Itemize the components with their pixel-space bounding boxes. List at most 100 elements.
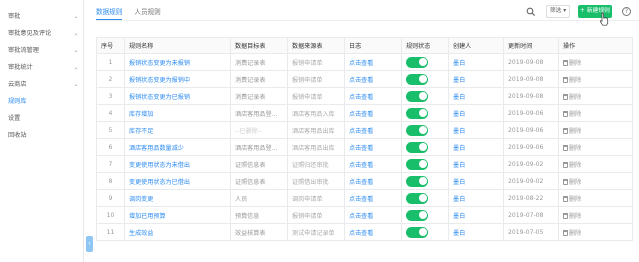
sidebar-item-workflow-management[interactable]: 审批流管理 ⌄ <box>8 45 80 57</box>
trash-icon <box>563 110 568 117</box>
view-log-link[interactable]: 点击查看 <box>344 104 402 122</box>
rule-name-link[interactable]: 增加已用预算 <box>124 206 231 224</box>
rule-name-link[interactable]: 变更使用状态为已借出 <box>124 172 231 190</box>
delete-button[interactable]: 删除 <box>569 179 581 186</box>
search-icon[interactable] <box>526 7 536 17</box>
creator-link[interactable]: 墨白 <box>448 155 504 173</box>
update-time: 2019-09-06 <box>503 121 559 139</box>
status-toggle[interactable] <box>406 158 428 170</box>
column-header: 序号 <box>96 37 125 54</box>
rule-name-link[interactable]: 调岗变更 <box>124 189 231 207</box>
sidebar-collapse-handle[interactable]: ‹ <box>86 236 93 252</box>
view-log-link[interactable]: 点击查看 <box>344 138 402 156</box>
rule-status-cell <box>401 155 449 173</box>
trash-icon <box>563 212 568 219</box>
view-log-link[interactable]: 点击查看 <box>344 70 402 88</box>
operation-cell: 删除 <box>558 223 633 241</box>
update-time: 2019-08-22 <box>503 189 559 207</box>
status-toggle[interactable] <box>406 56 428 68</box>
filter-button[interactable]: 筛选 ▾ <box>546 5 570 18</box>
rule-name-link[interactable]: 生成效益 <box>124 223 231 241</box>
source-table: 报销申请单 <box>287 206 345 224</box>
creator-link[interactable]: 墨白 <box>448 53 504 71</box>
status-toggle[interactable] <box>406 107 428 119</box>
delete-button[interactable]: 删除 <box>569 128 581 135</box>
sidebar-item-cloud-store[interactable]: 云商店 ⌄ <box>8 79 80 91</box>
creator-link[interactable]: 墨白 <box>448 223 504 241</box>
creator-link[interactable]: 墨白 <box>448 121 504 139</box>
update-time: 2019-09-08 <box>503 87 559 105</box>
creator-link[interactable]: 墨白 <box>448 104 504 122</box>
hand-cursor-icon <box>600 12 609 26</box>
delete-button[interactable]: 删除 <box>569 94 581 101</box>
help-icon[interactable]: ? <box>622 7 631 16</box>
status-toggle[interactable] <box>406 124 428 136</box>
creator-link[interactable]: 墨白 <box>448 87 504 105</box>
tab-data-rules[interactable]: 数据规则 <box>96 6 123 20</box>
status-toggle[interactable] <box>406 73 428 85</box>
delete-button[interactable]: 删除 <box>569 60 581 67</box>
table-row: 4 库存增加 酒店客用品登... 酒店客用品入库 点击查看 墨白 2019-09-06 删除 <box>96 104 633 122</box>
status-toggle[interactable] <box>406 175 428 187</box>
sidebar-item-rule-library[interactable]: 规则库 <box>8 96 80 108</box>
creator-link[interactable]: 墨白 <box>448 206 504 224</box>
rule-name-link[interactable]: 酒店客用品数量减少 <box>124 138 231 156</box>
sidebar-item-approval-stats[interactable]: 审批统计 ⌄ <box>8 62 80 74</box>
rule-name-link[interactable]: 报销状态变更为已报销 <box>124 87 231 105</box>
view-log-link[interactable]: 点击查看 <box>344 87 402 105</box>
status-toggle[interactable] <box>406 226 428 238</box>
operation-cell: 删除 <box>558 172 633 190</box>
table-row: 5 库存不足 --已删除-- 酒店客用品出库 点击查看 墨白 2019-09-06 删除 <box>96 121 633 139</box>
status-toggle[interactable] <box>406 90 428 102</box>
rule-status-cell <box>401 223 449 241</box>
rule-name-link[interactable]: 报销状态变更为报销中 <box>124 70 231 88</box>
creator-link[interactable]: 墨白 <box>448 172 504 190</box>
status-toggle[interactable] <box>406 141 428 153</box>
rule-name-link[interactable]: 变更使用状态为未借出 <box>124 155 231 173</box>
target-table: 酒店客用品登... <box>230 138 288 156</box>
delete-button[interactable]: 删除 <box>569 77 581 84</box>
view-log-link[interactable]: 点击查看 <box>344 121 402 139</box>
trash-icon <box>563 59 568 66</box>
creator-link[interactable]: 墨白 <box>448 189 504 207</box>
creator-link[interactable]: 墨白 <box>448 70 504 88</box>
status-toggle[interactable] <box>406 192 428 204</box>
rule-name-link[interactable]: 报销状态变更为未报销 <box>124 53 231 71</box>
delete-button[interactable]: 删除 <box>569 213 581 220</box>
view-log-link[interactable]: 点击查看 <box>344 206 402 224</box>
status-toggle[interactable] <box>406 209 428 221</box>
delete-button[interactable]: 删除 <box>569 230 581 237</box>
sidebar-item-approval-comments[interactable]: 审批意见及评论 ⌄ <box>8 28 80 40</box>
row-index: 5 <box>96 121 125 139</box>
view-log-link[interactable]: 点击查看 <box>344 189 402 207</box>
delete-button[interactable]: 删除 <box>569 196 581 203</box>
delete-button[interactable]: 删除 <box>569 111 581 118</box>
creator-link[interactable]: 墨白 <box>448 138 504 156</box>
view-log-link[interactable]: 点击查看 <box>344 53 402 71</box>
row-index: 2 <box>96 70 125 88</box>
rule-status-cell <box>401 138 449 156</box>
column-header: 更新时间 <box>503 37 559 54</box>
sidebar-item-approval[interactable]: 审批 ⌄ <box>8 11 80 23</box>
view-log-link[interactable]: 点击查看 <box>344 155 402 173</box>
delete-button[interactable]: 删除 <box>569 162 581 169</box>
view-log-link[interactable]: 点击查看 <box>344 223 402 241</box>
sidebar-item-settings[interactable]: 设置 <box>8 113 80 125</box>
table-row: 1 报销状态变更为未报销 消费记录表 报销申请单 点击查看 墨白 2019-09-08 删除 <box>96 53 633 71</box>
source-table: 酒店客用品出库 <box>287 138 345 156</box>
view-log-link[interactable]: 点击查看 <box>344 172 402 190</box>
sidebar-item-recycle-bin[interactable]: 回收站 <box>8 130 80 142</box>
tab-person-rules[interactable]: 人员规则 <box>134 6 160 20</box>
sidebar-item-label: 规则库 <box>8 98 27 105</box>
delete-button[interactable]: 删除 <box>569 145 581 152</box>
update-time: 2019-09-08 <box>503 70 559 88</box>
sidebar-item-label: 审批统计 <box>8 64 33 71</box>
rule-name-link[interactable]: 库存增加 <box>124 104 231 122</box>
rule-status-cell <box>401 172 449 190</box>
row-index: 11 <box>96 223 125 241</box>
rule-status-cell <box>401 104 449 122</box>
column-header: 日志 <box>344 37 402 54</box>
rule-name-link[interactable]: 库存不足 <box>124 121 231 139</box>
update-time: 2019-07-08 <box>503 206 559 224</box>
update-time: 2019-09-08 <box>503 53 559 71</box>
